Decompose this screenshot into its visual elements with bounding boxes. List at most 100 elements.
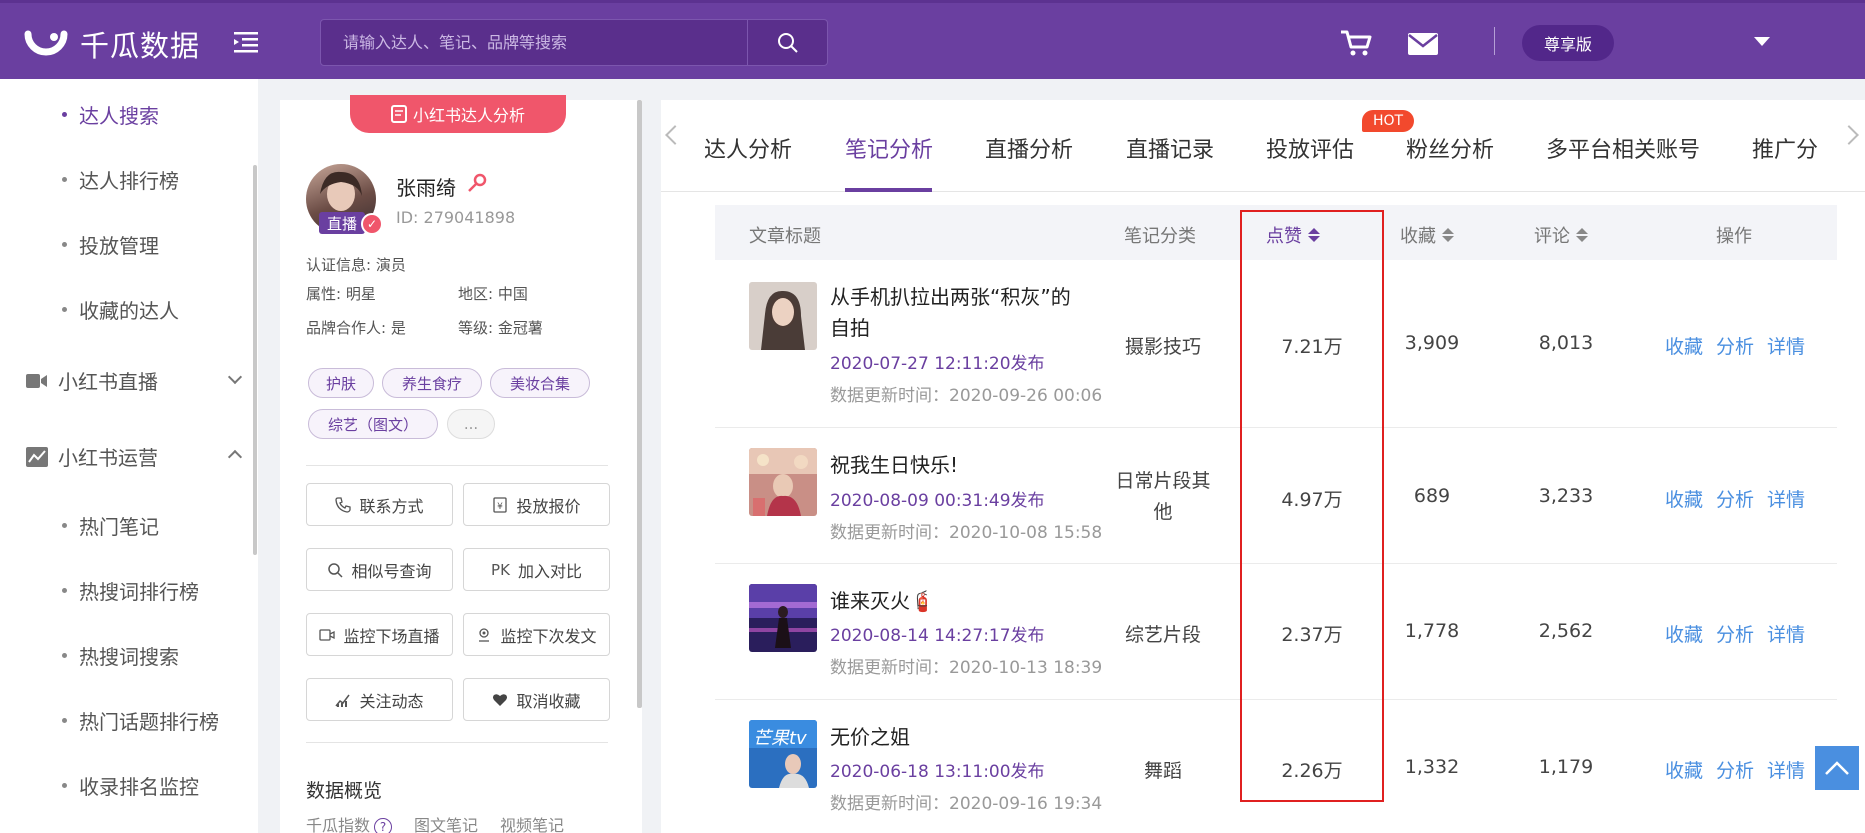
sort-icon	[1442, 228, 1454, 242]
tab-image-notes[interactable]: 图文笔记	[414, 812, 478, 833]
tab-ad-evaluation[interactable]: 投放评估	[1266, 132, 1354, 164]
detail-link[interactable]: 详情	[1767, 485, 1805, 512]
cart-icon[interactable]	[1340, 29, 1372, 57]
video-icon	[319, 628, 336, 641]
note-category: 日常片段其他	[1110, 466, 1216, 528]
tag-skincare[interactable]: 护肤	[308, 368, 374, 398]
favorite-link[interactable]: 收藏	[1665, 756, 1703, 783]
detail-link[interactable]: 详情	[1767, 620, 1805, 647]
sidebar-item-hot-keyword-ranking[interactable]: 热搜词排行榜	[62, 576, 199, 605]
note-thumbnail[interactable]	[749, 282, 817, 350]
tab-promotion[interactable]: 推广分	[1752, 132, 1818, 164]
tag-makeup[interactable]: 美妆合集	[490, 368, 590, 398]
sort-icon	[1576, 228, 1588, 242]
sidebar-item-hot-topic-ranking[interactable]: 热门话题排行榜	[62, 706, 219, 735]
menu-toggle-icon[interactable]	[234, 31, 258, 53]
back-to-top-button[interactable]	[1815, 746, 1859, 790]
sidebar-scrollbar[interactable]	[253, 165, 257, 555]
note-updated: 数据更新时间：2020-09-16 19:34	[830, 794, 1103, 814]
tab-video-notes[interactable]: 视频笔记	[500, 812, 564, 833]
tag-variety[interactable]: 综艺（图文）	[308, 409, 438, 439]
note-thumbnail[interactable]: 芒果tv	[749, 720, 817, 788]
favorite-link[interactable]: 收藏	[1665, 332, 1703, 359]
tab-qiangua-index[interactable]: 千瓜指数?	[306, 812, 393, 833]
sidebar-group-live[interactable]: 小红书直播	[26, 366, 243, 395]
analyze-link[interactable]: 分析	[1716, 756, 1754, 783]
sidebar-item-kol-search[interactable]: 达人搜索	[62, 100, 159, 129]
tab-live-records[interactable]: 直播记录	[1126, 132, 1214, 164]
tab-fan-analysis[interactable]: 粉丝分析	[1406, 132, 1494, 164]
note-category: 摄影技巧	[1124, 336, 1201, 358]
note-favorites: 3,909	[1404, 332, 1460, 354]
sidebar-item-hot-notes[interactable]: 热门笔记	[62, 511, 159, 540]
video-icon	[26, 373, 47, 388]
note-category: 舞蹈	[1143, 760, 1182, 782]
search-box	[320, 19, 828, 66]
data-overview-title: 数据概览	[306, 780, 383, 802]
profile-attr: 属性: 明星	[306, 285, 376, 303]
compare-button-label: 加入对比	[517, 561, 582, 581]
sidebar-group-ops[interactable]: 小红书运营	[26, 442, 243, 471]
favorite-link[interactable]: 收藏	[1665, 620, 1703, 647]
unfavorite-button[interactable]: 取消收藏	[463, 678, 610, 721]
profile-region: 地区: 中国	[458, 285, 528, 303]
tab-multi-platform[interactable]: 多平台相关账号	[1546, 132, 1700, 164]
sidebar-item-favorites[interactable]: 收藏的达人	[62, 295, 179, 324]
analyze-link[interactable]: 分析	[1716, 332, 1754, 359]
quote-button[interactable]: ¥ 投放报价	[463, 483, 610, 526]
chevron-up-icon	[1825, 761, 1849, 775]
note-title[interactable]: 无价之姐	[830, 722, 1090, 753]
pin-icon[interactable]	[466, 172, 488, 194]
search-button[interactable]	[747, 20, 827, 65]
sidebar-item-rank-monitor[interactable]: 收录排名监控	[62, 771, 199, 800]
divider	[306, 465, 608, 466]
sidebar-item-kol-ranking[interactable]: 达人排行榜	[62, 165, 179, 194]
category-line: 日常片段其	[1115, 470, 1211, 492]
tag-health-diet[interactable]: 养生食疗	[382, 368, 482, 398]
mail-icon[interactable]	[1408, 33, 1438, 55]
follow-activity-label: 关注动态	[359, 691, 424, 711]
profile-scrollbar[interactable]	[637, 100, 642, 708]
favorite-link[interactable]: 收藏	[1665, 485, 1703, 512]
chevron-down-icon[interactable]	[1754, 37, 1770, 46]
unfavorite-label: 取消收藏	[516, 691, 581, 711]
similar-search-button[interactable]: 相似号查询	[306, 548, 453, 591]
detail-link[interactable]: 详情	[1767, 332, 1805, 359]
help-icon[interactable]: ?	[374, 817, 393, 833]
analyze-link[interactable]: 分析	[1716, 485, 1754, 512]
header-comments[interactable]: 评论	[1534, 222, 1588, 248]
note-title[interactable]: 从手机扒拉出两张“积灰”的 自拍	[830, 282, 1090, 344]
note-thumbnail[interactable]	[749, 584, 817, 652]
profile-cert: 认证信息: 演员	[306, 256, 406, 274]
compare-button[interactable]: PK 加入对比	[463, 548, 610, 591]
follow-activity-button[interactable]: 关注动态	[306, 678, 453, 721]
svg-text:芒果tv: 芒果tv	[753, 728, 807, 749]
sidebar-item-ad-management[interactable]: 投放管理	[62, 230, 159, 259]
top-header: 千瓜数据 尊享版	[0, 0, 1865, 79]
plan-badge[interactable]: 尊享版	[1522, 25, 1614, 61]
analysis-badge-label: 小红书达人分析	[412, 106, 525, 125]
search-input[interactable]	[321, 20, 747, 65]
brand-logo[interactable]: 千瓜数据	[24, 23, 200, 65]
detail-link[interactable]: 详情	[1767, 756, 1805, 783]
tab-kol-analysis[interactable]: 达人分析	[704, 132, 792, 164]
analyze-link[interactable]: 分析	[1716, 620, 1754, 647]
monitor-live-button[interactable]: 监控下场直播	[306, 613, 453, 656]
profile-name: 张雨绮	[396, 176, 456, 200]
note-favorites: 689	[1413, 485, 1451, 507]
header-label: 文章标题	[749, 226, 821, 247]
tab-note-analysis[interactable]: 笔记分析	[845, 132, 933, 164]
monitor-post-button[interactable]: 监控下次发文	[463, 613, 610, 656]
tag-more[interactable]: ...	[447, 409, 495, 439]
header-label: 评论	[1534, 226, 1570, 247]
header-favorites[interactable]: 收藏	[1400, 222, 1454, 248]
note-title[interactable]: 祝我生日快乐!	[830, 450, 1090, 481]
note-thumbnail[interactable]	[749, 448, 817, 516]
contact-button[interactable]: 联系方式	[306, 483, 453, 526]
brand-name: 千瓜数据	[80, 29, 201, 63]
note-comments: 1,179	[1538, 756, 1594, 778]
note-title[interactable]: 谁来灭火🧯	[830, 586, 1090, 617]
sidebar-item-hot-keyword-search[interactable]: 热搜词搜索	[62, 641, 179, 670]
chart-icon	[26, 446, 48, 467]
tab-live-analysis[interactable]: 直播分析	[985, 132, 1073, 164]
